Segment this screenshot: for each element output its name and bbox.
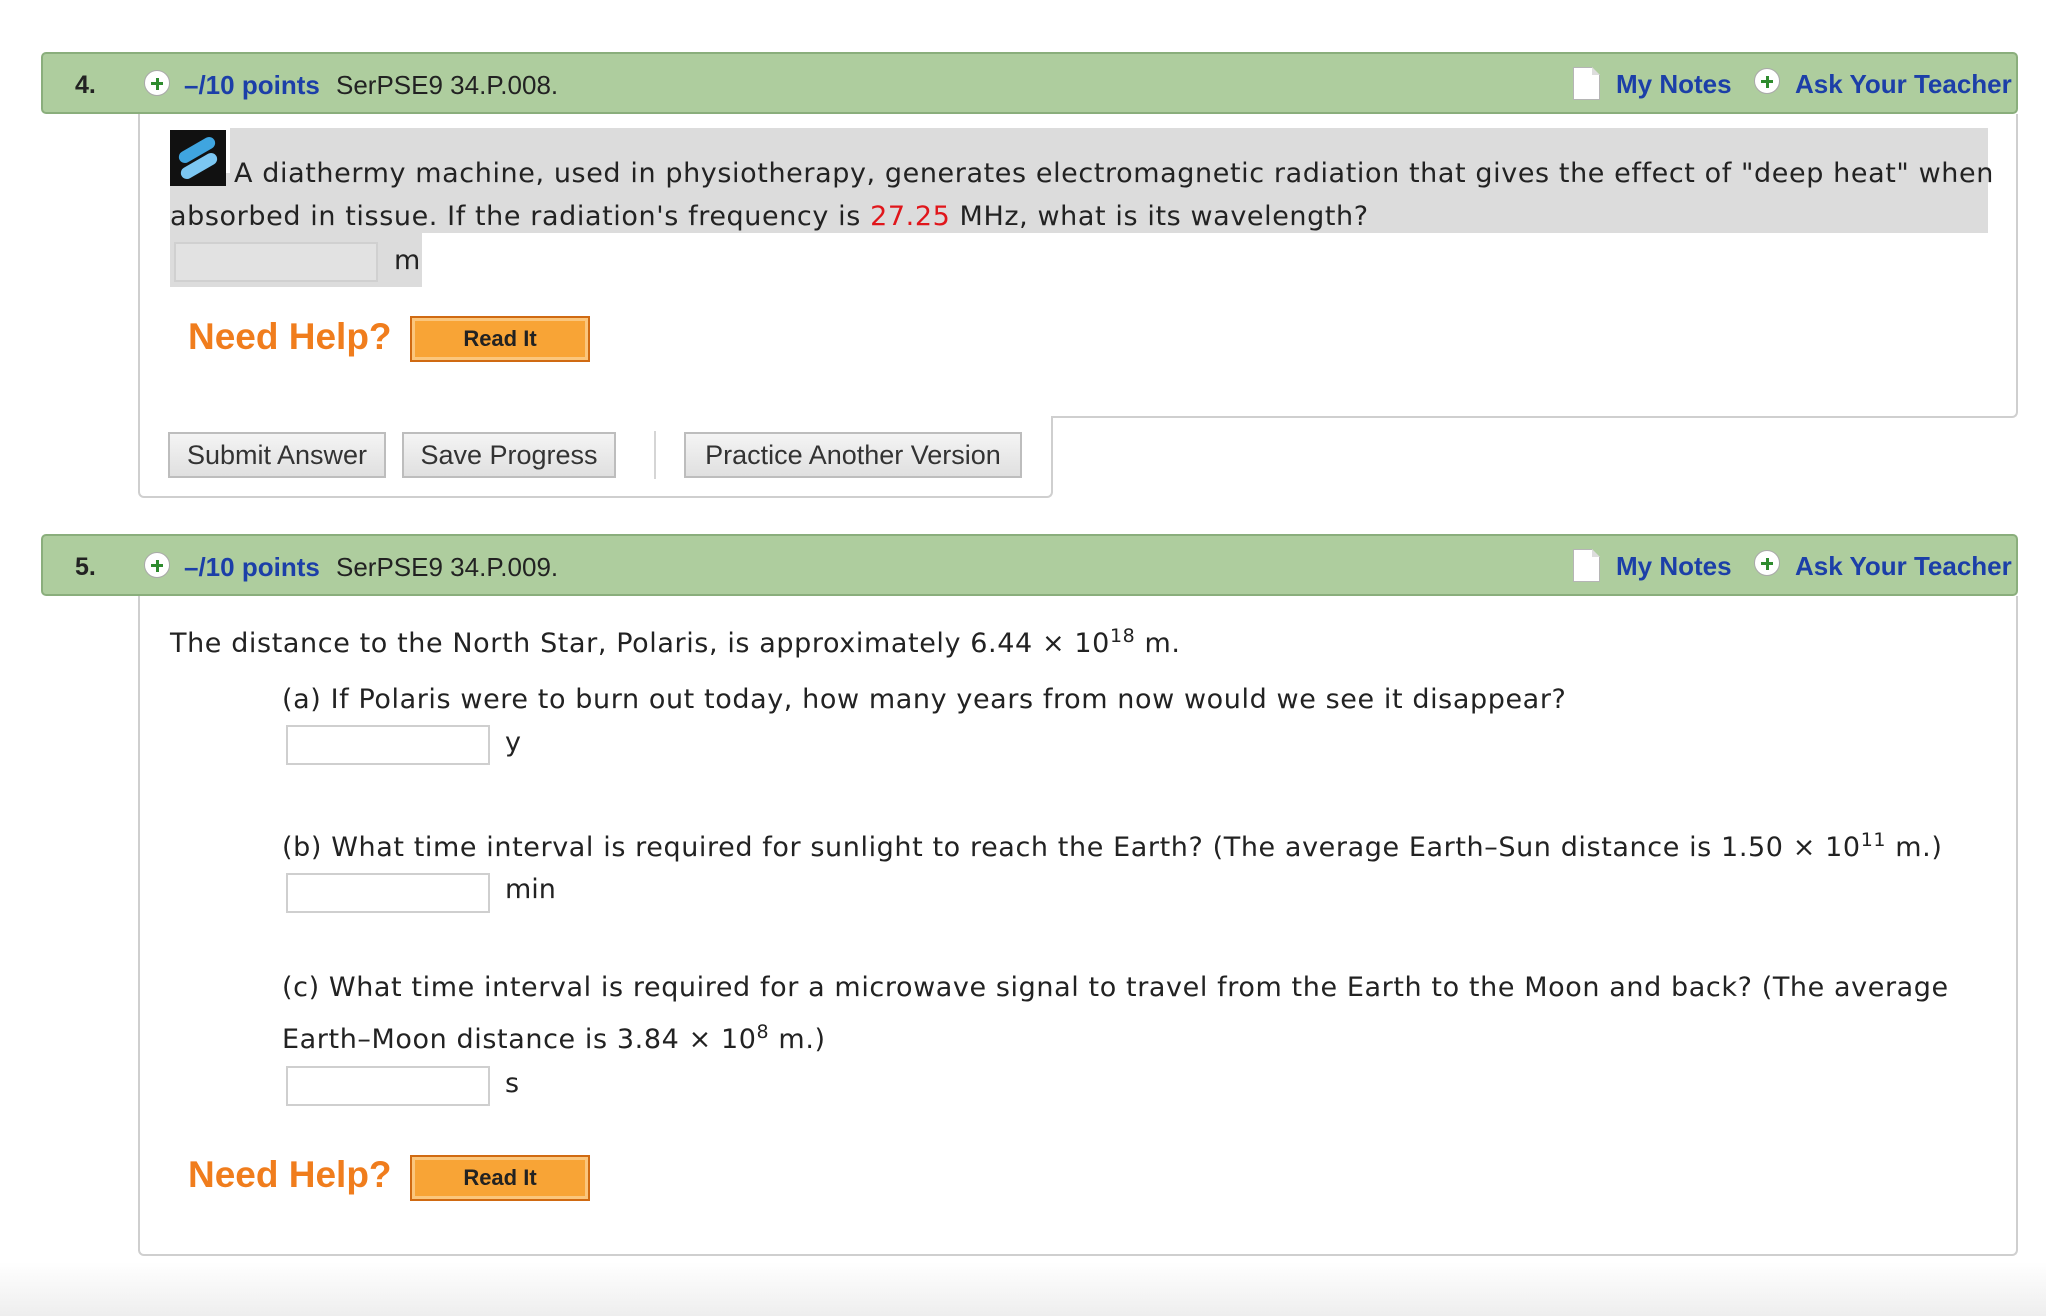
q5-header: 5. –/10 points SerPSE9 34.P.009. My Note… xyxy=(41,534,2018,596)
q5-ask-teacher-link[interactable]: Ask Your Teacher xyxy=(1795,551,2012,582)
button-divider xyxy=(654,431,656,479)
q5-need-help-label: Need Help? xyxy=(188,1154,392,1195)
q4-read-it-button[interactable]: Read It xyxy=(410,316,590,362)
q5-intro: The distance to the North Star, Polaris,… xyxy=(170,625,1181,660)
q4-unit-label: m xyxy=(394,245,421,276)
q5-my-notes-link[interactable]: My Notes xyxy=(1616,551,1732,582)
expand-plus-icon[interactable] xyxy=(144,70,170,96)
q4-need-help-label: Need Help? xyxy=(188,316,392,357)
q5-points-link[interactable]: –/10 points xyxy=(184,552,320,583)
q5-part-a-question: (a) If Polaris were to burn out today, h… xyxy=(282,684,1567,715)
expand-plus-icon[interactable] xyxy=(144,552,170,578)
q4-header: 4. –/10 points SerPSE9 34.P.008. My Note… xyxy=(41,52,2018,114)
q5-part-c-question-line1: (c) What time interval is required for a… xyxy=(282,972,1949,1003)
page-bottom-shade xyxy=(0,1262,2046,1316)
q4-ask-teacher-link[interactable]: Ask Your Teacher xyxy=(1795,69,2012,100)
q4-my-notes-link[interactable]: My Notes xyxy=(1616,69,1732,100)
q4-question-line2: absorbed in tissue. If the radiation's f… xyxy=(170,201,1369,232)
q5-part-b-unit: min xyxy=(505,874,556,905)
ask-teacher-plus-icon[interactable] xyxy=(1754,550,1780,576)
q5-part-c-question-line2: Earth–Moon distance is 3.84 × 108 m.) xyxy=(282,1021,826,1056)
save-progress-button[interactable]: Save Progress xyxy=(402,432,616,478)
q5-part-a-unit: y xyxy=(505,727,521,758)
q5-part-a-input[interactable] xyxy=(286,725,490,765)
q4-wavelength-input[interactable] xyxy=(174,242,378,282)
q4-question-line1: A diathermy machine, used in physiothera… xyxy=(234,158,1994,189)
q5-problem-code: SerPSE9 34.P.009. xyxy=(336,552,559,582)
ask-teacher-plus-icon[interactable] xyxy=(1754,68,1780,94)
submit-answer-button[interactable]: Submit Answer xyxy=(168,432,386,478)
q5-part-c-unit: s xyxy=(505,1068,520,1099)
q5-part-c-input[interactable] xyxy=(286,1066,490,1106)
q5-read-it-button[interactable]: Read It xyxy=(410,1155,590,1201)
notes-page-icon[interactable] xyxy=(1573,549,1600,582)
notes-page-icon[interactable] xyxy=(1573,67,1600,100)
practice-another-version-button[interactable]: Practice Another Version xyxy=(684,432,1022,478)
physics-illustration-icon xyxy=(170,130,226,186)
q4-problem-code: SerPSE9 34.P.008. xyxy=(336,70,559,100)
q4-frequency-value: 27.25 xyxy=(870,201,951,232)
q5-part-b-question: (b) What time interval is required for s… xyxy=(282,829,1943,864)
q4-points-link[interactable]: –/10 points xyxy=(184,70,320,101)
q5-part-b-input[interactable] xyxy=(286,873,490,913)
q4-number: 4. xyxy=(75,71,96,99)
q5-number: 5. xyxy=(75,553,96,581)
